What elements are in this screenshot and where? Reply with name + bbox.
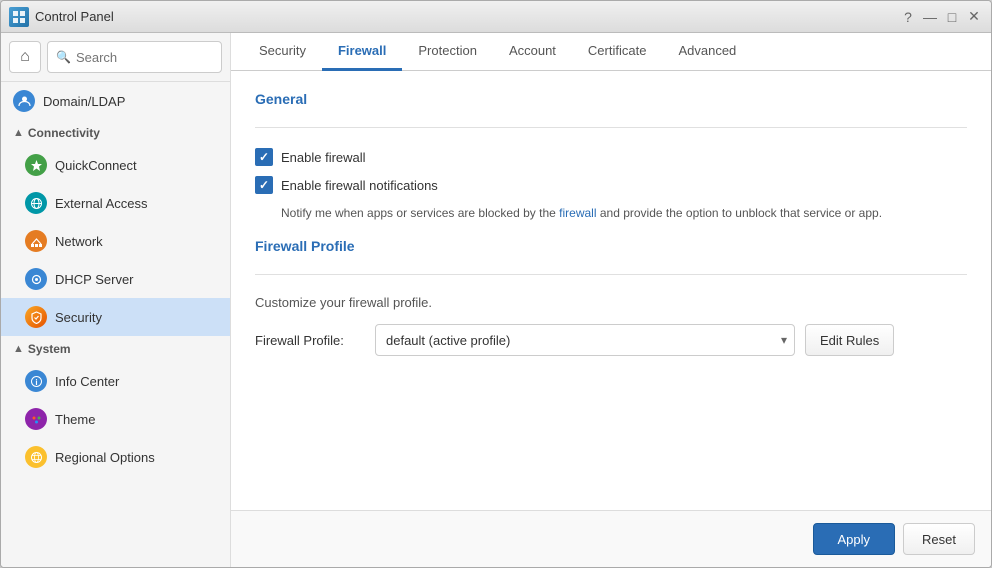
tab-certificate[interactable]: Certificate bbox=[572, 33, 663, 71]
profile-select[interactable]: default (active profile) bbox=[375, 324, 795, 356]
window-title: Control Panel bbox=[35, 9, 114, 24]
system-chevron: ▲ bbox=[13, 343, 24, 355]
domain-ldap-label: Domain/LDAP bbox=[43, 94, 125, 109]
sidebar-item-network[interactable]: Network bbox=[1, 222, 230, 260]
sidebar-item-security[interactable]: Security bbox=[1, 298, 230, 336]
reset-button[interactable]: Reset bbox=[903, 523, 975, 555]
dhcp-label: DHCP Server bbox=[55, 272, 134, 287]
titlebar: Control Panel ? — □ ✕ bbox=[1, 1, 991, 33]
edit-rules-button[interactable]: Edit Rules bbox=[805, 324, 894, 356]
network-label: Network bbox=[55, 234, 103, 249]
info-text-highlight: firewall bbox=[559, 206, 596, 220]
system-section-header[interactable]: ▲ System bbox=[1, 336, 230, 362]
enable-firewall-row: Enable firewall bbox=[255, 148, 967, 166]
regional-icon bbox=[25, 446, 47, 468]
tab-advanced[interactable]: Advanced bbox=[662, 33, 752, 71]
theme-label: Theme bbox=[55, 412, 95, 427]
profile-description: Customize your firewall profile. bbox=[255, 295, 967, 310]
home-button[interactable]: ⌂ bbox=[9, 41, 41, 73]
info-center-label: Info Center bbox=[55, 374, 119, 389]
sidebar: ⌂ 🔍 Domain/LDAP ▲ Connecti bbox=[1, 33, 231, 567]
firewall-profile-title: Firewall Profile bbox=[255, 238, 967, 254]
main-layout: ⌂ 🔍 Domain/LDAP ▲ Connecti bbox=[1, 33, 991, 567]
enable-notifications-label: Enable firewall notifications bbox=[281, 178, 438, 193]
profile-label: Firewall Profile: bbox=[255, 333, 365, 348]
security-label: Security bbox=[55, 310, 102, 325]
titlebar-left: Control Panel bbox=[9, 7, 114, 27]
quickconnect-label: QuickConnect bbox=[55, 158, 137, 173]
system-label: System bbox=[28, 342, 71, 356]
profile-divider bbox=[255, 274, 967, 275]
svg-text:i: i bbox=[35, 378, 37, 387]
tab-protection[interactable]: Protection bbox=[402, 33, 493, 71]
sidebar-item-theme[interactable]: Theme bbox=[1, 400, 230, 438]
tabs-bar: Security Firewall Protection Account Cer… bbox=[231, 33, 991, 71]
firewall-profile-section: Firewall Profile Customize your firewall… bbox=[255, 238, 967, 356]
search-box[interactable]: 🔍 bbox=[47, 41, 222, 73]
network-icon bbox=[25, 230, 47, 252]
help-button[interactable]: ? bbox=[899, 8, 917, 26]
sidebar-item-regional[interactable]: Regional Options bbox=[1, 438, 230, 476]
content-footer: Apply Reset bbox=[231, 510, 991, 567]
sidebar-item-quickconnect[interactable]: QuickConnect bbox=[1, 146, 230, 184]
search-icon: 🔍 bbox=[56, 50, 71, 64]
regional-label: Regional Options bbox=[55, 450, 155, 465]
enable-firewall-checkbox[interactable] bbox=[255, 148, 273, 166]
content-area: Security Firewall Protection Account Cer… bbox=[231, 33, 991, 567]
theme-icon bbox=[25, 408, 47, 430]
general-section-title: General bbox=[255, 91, 967, 107]
general-section: General Enable firewall Enable firewall … bbox=[255, 91, 967, 222]
info-text-part1: Notify me when apps or services are bloc… bbox=[281, 206, 556, 220]
sidebar-item-domain-ldap[interactable]: Domain/LDAP bbox=[1, 82, 230, 120]
tab-firewall[interactable]: Firewall bbox=[322, 33, 402, 71]
quickconnect-icon bbox=[25, 154, 47, 176]
connectivity-chevron: ▲ bbox=[13, 127, 24, 139]
maximize-button[interactable]: □ bbox=[943, 8, 961, 26]
sidebar-item-info-center[interactable]: i Info Center bbox=[1, 362, 230, 400]
external-access-label: External Access bbox=[55, 196, 148, 211]
tab-security[interactable]: Security bbox=[243, 33, 322, 71]
window-controls: ? — □ ✕ bbox=[899, 8, 983, 26]
apply-button[interactable]: Apply bbox=[813, 523, 896, 555]
control-panel-window: Control Panel ? — □ ✕ ⌂ 🔍 bbox=[0, 0, 992, 568]
tab-account[interactable]: Account bbox=[493, 33, 572, 71]
info-text-part2: and provide the option to unblock that s… bbox=[600, 206, 882, 220]
enable-firewall-label: Enable firewall bbox=[281, 150, 366, 165]
general-divider bbox=[255, 127, 967, 128]
firewall-info-text: Notify me when apps or services are bloc… bbox=[281, 204, 967, 222]
sidebar-top: ⌂ 🔍 bbox=[1, 33, 230, 82]
minimize-button[interactable]: — bbox=[921, 8, 939, 26]
sidebar-item-external-access[interactable]: External Access bbox=[1, 184, 230, 222]
external-access-icon bbox=[25, 192, 47, 214]
connectivity-section-header[interactable]: ▲ Connectivity bbox=[1, 120, 230, 146]
enable-notifications-checkbox[interactable] bbox=[255, 176, 273, 194]
domain-ldap-icon bbox=[13, 90, 35, 112]
dhcp-icon bbox=[25, 268, 47, 290]
security-icon bbox=[25, 306, 47, 328]
content-body: General Enable firewall Enable firewall … bbox=[231, 71, 991, 510]
profile-row: Firewall Profile: default (active profil… bbox=[255, 324, 967, 356]
app-icon bbox=[9, 7, 29, 27]
sidebar-item-dhcp[interactable]: DHCP Server bbox=[1, 260, 230, 298]
close-button[interactable]: ✕ bbox=[965, 8, 983, 26]
enable-notifications-row: Enable firewall notifications bbox=[255, 176, 967, 194]
search-input[interactable] bbox=[76, 50, 213, 65]
info-center-icon: i bbox=[25, 370, 47, 392]
connectivity-label: Connectivity bbox=[28, 126, 100, 140]
profile-select-wrapper: default (active profile) ▾ bbox=[375, 324, 795, 356]
